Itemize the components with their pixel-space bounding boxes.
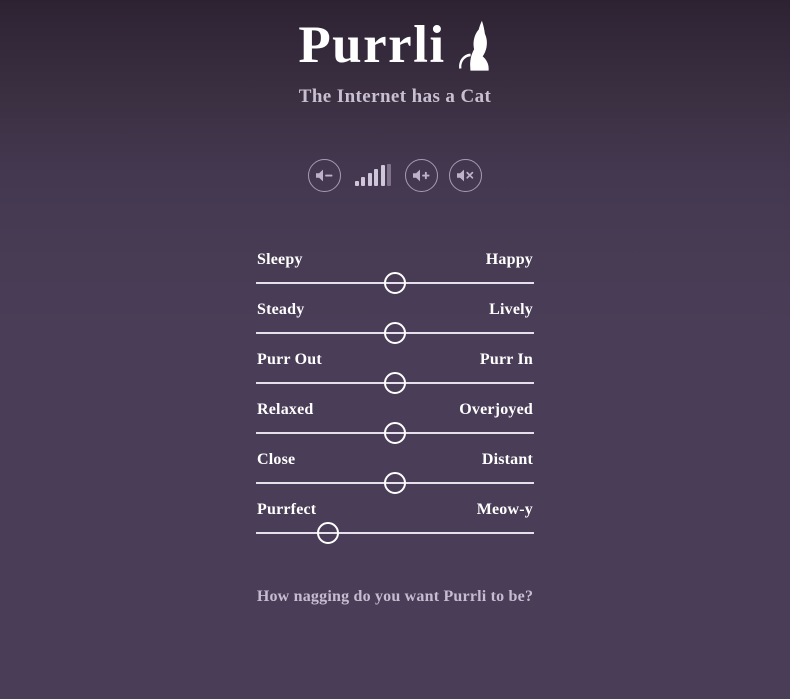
nagging-question: How nagging do you want Purrli to be? (256, 588, 534, 605)
volume-down-button[interactable] (307, 158, 341, 192)
slider-label-row: Sleepy Happy (256, 242, 534, 268)
slider-left-label: Sleepy (257, 251, 303, 268)
slider-intensity: Relaxed Overjoyed (256, 392, 534, 444)
page-header: Purrli The Internet has a Cat (0, 0, 790, 108)
slider-right-label: Happy (485, 251, 533, 268)
slider-right-label: Overjoyed (459, 401, 533, 418)
page-tagline: The Internet has a Cat (298, 86, 492, 107)
volume-bar (367, 173, 372, 186)
slider-handle[interactable] (384, 322, 406, 344)
slider-handle[interactable] (384, 272, 406, 294)
slider-left-label: Purrfect (257, 501, 317, 518)
purrli-page: Purrli The Internet has a Cat Sleepy Hap… (0, 0, 790, 699)
volume-level-icon[interactable] (352, 164, 395, 186)
slider-track-area[interactable] (256, 521, 534, 545)
slider-right-label: Purr In (479, 351, 533, 368)
slider-pace: Steady Lively (256, 292, 534, 344)
speaker-mute-icon (456, 168, 475, 183)
volume-bar (380, 165, 385, 186)
volume-bar (361, 177, 366, 186)
slider-meow: Purrfect Meow-y (256, 492, 534, 545)
slider-mood: Sleepy Happy (256, 242, 534, 294)
page-title: Purrli (298, 15, 446, 74)
volume-bar (354, 181, 359, 186)
slider-handle[interactable] (317, 522, 340, 544)
brand: Purrli (0, 14, 790, 76)
slider-label-row: Purrfect Meow-y (256, 492, 534, 518)
slider-left-label: Close (257, 451, 296, 468)
slider-handle[interactable] (384, 472, 406, 494)
slider-handle[interactable] (384, 422, 406, 444)
slider-handle[interactable] (384, 372, 406, 394)
slider-label-row: Steady Lively (256, 292, 534, 318)
cat-silhouette-icon (458, 18, 492, 72)
mute-button[interactable] (449, 158, 483, 192)
slider-purr: Purr Out Purr In (256, 342, 534, 394)
volume-bar (374, 169, 379, 186)
slider-distance: Close Distant (256, 442, 534, 494)
slider-right-label: Meow-y (476, 501, 533, 518)
slider-label-row: Purr Out Purr In (256, 342, 534, 368)
sound-sliders: Sleepy Happy Steady Lively Purr Out Purr… (256, 242, 534, 545)
slider-left-label: Relaxed (257, 401, 314, 418)
slider-left-label: Purr Out (257, 351, 322, 368)
slider-right-label: Distant (481, 451, 533, 468)
player-controls (0, 155, 790, 195)
slider-label-row: Close Distant (256, 442, 534, 468)
slider-right-label: Lively (489, 301, 533, 318)
volume-bar (387, 164, 392, 186)
speaker-plus-icon (412, 168, 431, 183)
speaker-minus-icon (315, 168, 334, 183)
slider-label-row: Relaxed Overjoyed (256, 392, 534, 418)
slider-track (256, 532, 534, 534)
volume-up-button[interactable] (405, 158, 439, 192)
slider-left-label: Steady (257, 301, 305, 318)
